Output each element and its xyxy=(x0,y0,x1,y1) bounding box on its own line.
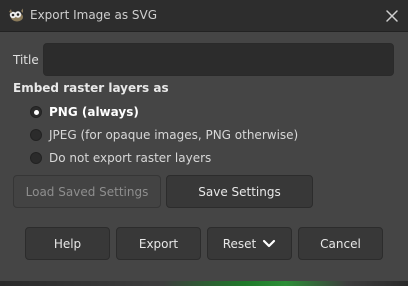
radio-jpeg[interactable]: JPEG (for opaque images, PNG otherwise) xyxy=(30,127,310,145)
radio-no-export[interactable]: Do not export raster layers xyxy=(30,150,230,168)
radio-png[interactable]: PNG (always) xyxy=(30,104,230,122)
radio-png-label: PNG (always) xyxy=(49,105,139,119)
reset-button-label: Reset xyxy=(222,236,257,251)
title-input[interactable] xyxy=(43,43,394,76)
reset-button[interactable]: Reset xyxy=(207,227,292,260)
window-title: Export Image as SVG xyxy=(30,8,158,22)
radio-button[interactable] xyxy=(30,129,42,141)
help-button[interactable]: Help xyxy=(25,227,110,260)
radio-no-export-label: Do not export raster layers xyxy=(49,151,212,165)
radio-button[interactable] xyxy=(30,152,42,164)
cancel-button[interactable]: Cancel xyxy=(298,227,383,260)
save-settings-button[interactable]: Save Settings xyxy=(166,175,313,208)
export-button[interactable]: Export xyxy=(116,227,201,260)
background-window-strip xyxy=(0,281,408,286)
title-bar: Export Image as SVG xyxy=(0,0,408,32)
title-label: Title xyxy=(13,53,39,67)
chevron-down-icon xyxy=(263,239,276,247)
close-icon[interactable] xyxy=(382,6,402,26)
radio-jpeg-label: JPEG (for opaque images, PNG otherwise) xyxy=(49,128,299,142)
embed-raster-heading: Embed raster layers as xyxy=(13,81,169,95)
radio-button-checked[interactable] xyxy=(30,106,42,118)
gimp-wilber-icon xyxy=(9,8,23,22)
load-saved-settings-button[interactable]: Load Saved Settings xyxy=(13,175,161,208)
